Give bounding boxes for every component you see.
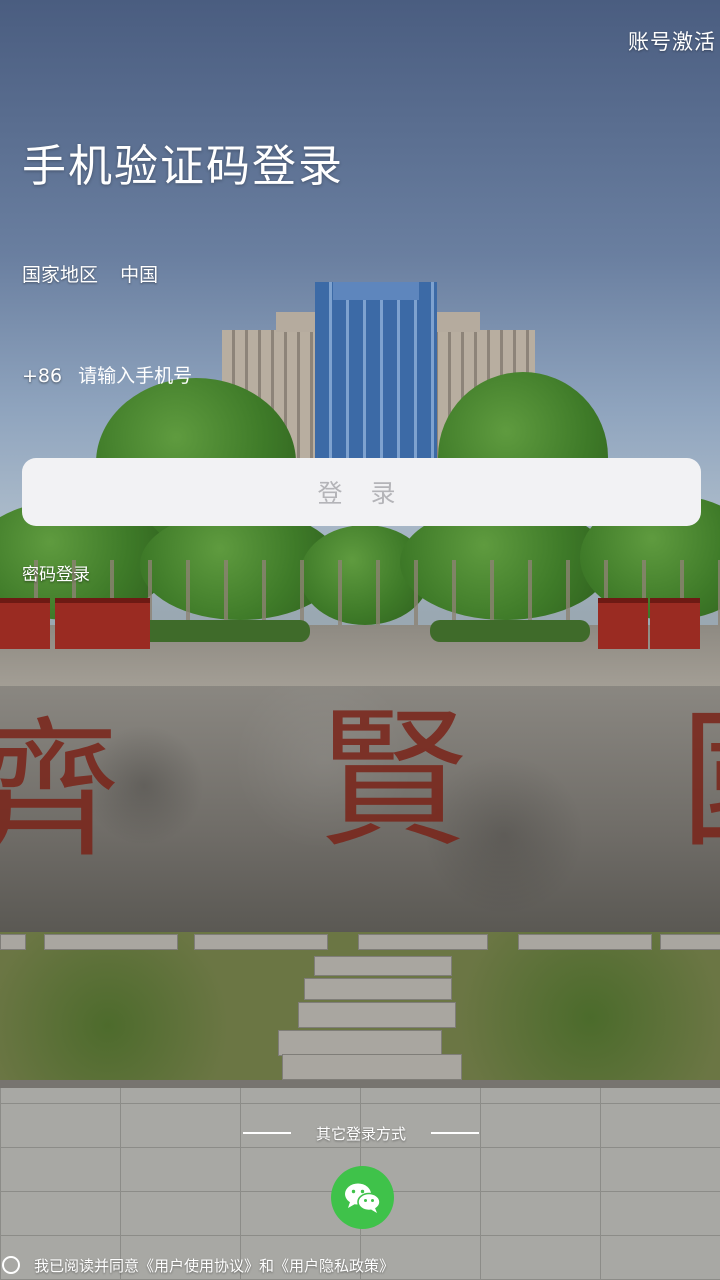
- agreement-prefix: 我已阅读并同意: [34, 1256, 140, 1275]
- divider-line: [243, 1132, 291, 1134]
- country-code[interactable]: +86: [22, 365, 62, 387]
- password-login-link[interactable]: 密码登录: [22, 560, 90, 585]
- login-button[interactable]: 登 录: [22, 458, 701, 526]
- agreement-and: 和: [259, 1256, 275, 1275]
- divider-line: [430, 1132, 479, 1134]
- user-agreement-link[interactable]: 《用户使用协议》: [139, 1255, 259, 1276]
- region-value: 中国: [120, 264, 159, 286]
- region-selector[interactable]: 国家地区 中国: [22, 260, 158, 287]
- login-screen: 齊 賢 國 账号激活 手机验证码登录 国家地区 中国 +86 登 录 密码登录: [0, 0, 720, 1280]
- other-login-label: 其它登录方式: [315, 1124, 406, 1143]
- phone-input[interactable]: [78, 365, 379, 387]
- privacy-policy-link[interactable]: 《用户隐私政策》: [274, 1255, 394, 1276]
- wechat-icon: [344, 1183, 381, 1213]
- agreement-row: 我已阅读并同意 《用户使用协议》 和 《用户隐私政策》: [2, 1254, 394, 1276]
- phone-field-row: +86: [22, 362, 442, 390]
- region-label: 国家地区: [22, 264, 99, 286]
- login-overlay: 账号激活 手机验证码登录 国家地区 中国 +86 登 录 密码登录 其它登录方式: [0, 0, 720, 1280]
- agreement-checkbox[interactable]: [2, 1256, 20, 1274]
- wechat-login-button[interactable]: [331, 1166, 394, 1229]
- activate-account-link[interactable]: 账号激活: [628, 26, 716, 56]
- other-login-divider: 其它登录方式: [243, 1122, 479, 1144]
- page-title: 手机验证码登录: [22, 141, 344, 192]
